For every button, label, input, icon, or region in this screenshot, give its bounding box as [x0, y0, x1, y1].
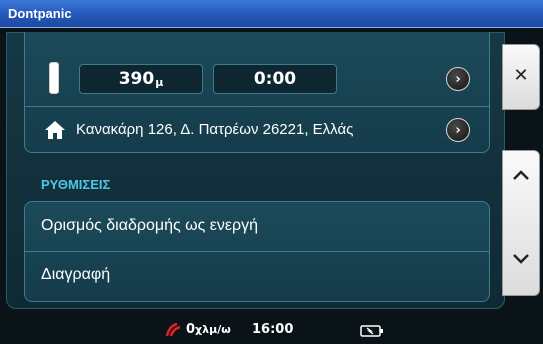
scroll-buttons [502, 150, 540, 296]
distance-value: 390 [118, 69, 155, 89]
scroll-up-button[interactable] [503, 151, 539, 223]
destination-address: Κανακάρη 126, Δ. Πατρέων 26221, Ελλάς [76, 121, 354, 138]
home-icon [45, 121, 65, 139]
trip-details-arrow-button[interactable]: › [446, 67, 470, 91]
time-display: 0:00 [213, 64, 337, 94]
progress-gauge [49, 62, 59, 94]
chevron-up-icon [513, 170, 529, 180]
speed-readout: 0χλμ/ω [186, 322, 231, 337]
scroll-down-button[interactable] [503, 223, 539, 295]
time-value: 0:00 [253, 69, 297, 89]
window-title: Dontpanic [8, 6, 72, 21]
settings-section-title: ΡΥΘΜΙΣΕΙΣ [41, 177, 111, 192]
chevron-down-icon [513, 254, 529, 264]
close-button[interactable]: ✕ [502, 44, 540, 110]
destination-arrow-button[interactable]: › [446, 118, 470, 142]
row-divider [25, 251, 489, 252]
status-clock: 16:00 [252, 322, 294, 337]
battery-icon [360, 325, 383, 337]
chevron-right-icon: › [455, 122, 461, 138]
speed-icon [165, 322, 181, 337]
row-divider [25, 106, 489, 107]
distance-unit: μ [155, 75, 164, 89]
distance-display: 390 μ [79, 64, 203, 94]
menu-item-delete[interactable]: Διαγραφή [41, 266, 110, 284]
speed-unit: χλμ/ω [195, 323, 231, 336]
menu-item-set-active-route[interactable]: Ορισμός διαδρομής ως ενεργή [41, 217, 258, 235]
window-titlebar: Dontpanic [0, 0, 543, 28]
chevron-right-icon: › [455, 71, 461, 87]
speed-value: 0 [186, 322, 196, 337]
close-icon: ✕ [513, 65, 529, 86]
settings-menu-card: Ορισμός διαδρομής ως ενεργή Διαγραφή [24, 201, 490, 302]
